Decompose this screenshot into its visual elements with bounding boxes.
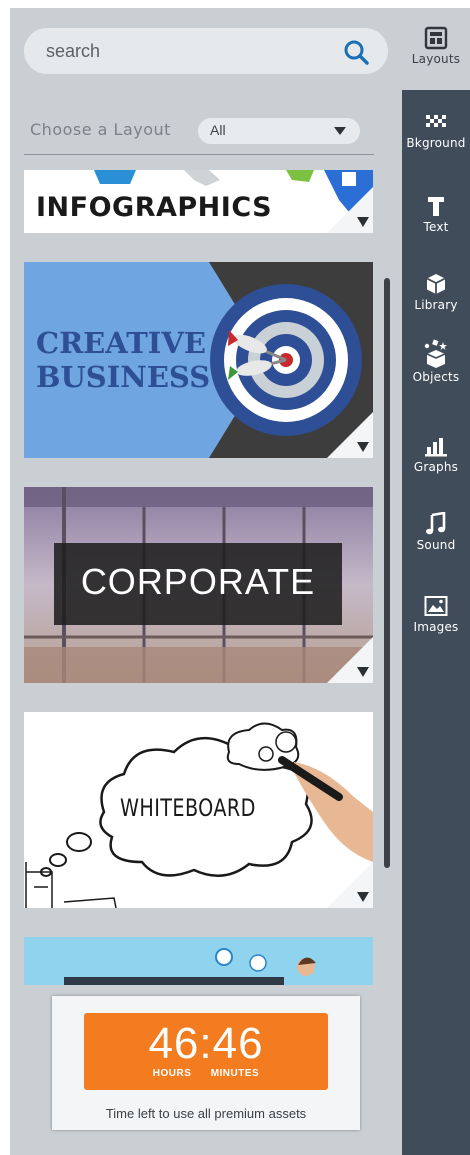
layout-card-whiteboard[interactable]: WHITEBOARD xyxy=(24,712,373,908)
hours-label: HOURS xyxy=(152,1068,192,1079)
layout-card-infographics[interactable]: INFOGRAPHICS xyxy=(24,170,373,233)
timer-caption: Time left to use all premium assets xyxy=(105,1106,307,1121)
layout-card-corporate[interactable]: CORPORATE xyxy=(24,487,373,683)
images-icon xyxy=(424,596,448,616)
layout-5-thumbnail xyxy=(24,937,373,985)
timer-value: 46:46 xyxy=(148,1019,264,1068)
tool-label: Library xyxy=(414,298,458,312)
search-icon[interactable] xyxy=(342,38,370,66)
layout-title: CORPORATE xyxy=(80,561,316,602)
layouts-icon xyxy=(424,26,448,50)
layout-card-5[interactable] xyxy=(24,937,373,985)
search-bar xyxy=(24,28,388,74)
card-menu-icon[interactable] xyxy=(357,217,369,227)
scrollbar-thumb[interactable] xyxy=(384,278,390,868)
layout-card-creative-business[interactable]: CREATIVE BUSINESS xyxy=(24,262,373,458)
card-menu-icon[interactable] xyxy=(357,892,369,902)
minutes-label: MINUTES xyxy=(210,1068,260,1079)
tool-sound[interactable]: Sound xyxy=(402,512,470,552)
tool-label: Bkground xyxy=(406,136,466,150)
layout-title: CREATIVE BUSINESS xyxy=(36,326,211,394)
layout-title: WHITEBOARD xyxy=(120,794,256,822)
layouts-panel: Choose a Layout All INFOGRAPHICS xyxy=(10,8,402,1155)
premium-timer-box: 46:46 HOURS MINUTES Time left to use all… xyxy=(52,996,360,1130)
tool-graphs[interactable]: Graphs xyxy=(402,434,470,474)
countdown-timer: 46:46 HOURS MINUTES xyxy=(84,1013,328,1090)
tool-label: Graphs xyxy=(413,460,459,474)
divider xyxy=(24,154,374,155)
library-icon xyxy=(426,274,446,294)
chevron-down-icon xyxy=(334,127,346,135)
layout-title: INFOGRAPHICS xyxy=(36,192,273,223)
objects-icon xyxy=(424,339,447,368)
background-icon xyxy=(426,115,446,127)
layout-filter-select[interactable]: All xyxy=(198,118,360,144)
text-icon xyxy=(428,197,444,216)
tool-label: Sound xyxy=(416,538,456,552)
tool-label: Objects xyxy=(412,370,460,384)
sound-icon xyxy=(426,512,446,535)
tool-label: Text xyxy=(423,220,449,234)
tool-label: Layouts xyxy=(411,52,461,66)
layout-filter-value: All xyxy=(210,122,226,138)
tool-library[interactable]: Library xyxy=(402,272,470,312)
choose-layout-label: Choose a Layout xyxy=(30,120,171,139)
timer-labels: HOURS MINUTES xyxy=(84,1068,328,1079)
card-menu-icon[interactable] xyxy=(357,667,369,677)
tool-layouts[interactable]: Layouts xyxy=(402,26,470,66)
search-input[interactable] xyxy=(46,36,326,66)
tool-text[interactable]: Text xyxy=(402,194,470,234)
tool-objects[interactable]: Objects xyxy=(402,338,470,384)
layout-list[interactable]: INFOGRAPHICS CREATIVE BUSINESS CORPORATE… xyxy=(24,170,374,985)
tool-label: Images xyxy=(413,620,459,634)
tool-images[interactable]: Images xyxy=(402,594,470,634)
tool-background[interactable]: Bkground xyxy=(402,110,470,150)
graphs-icon xyxy=(425,438,447,457)
card-menu-icon[interactable] xyxy=(357,442,369,452)
